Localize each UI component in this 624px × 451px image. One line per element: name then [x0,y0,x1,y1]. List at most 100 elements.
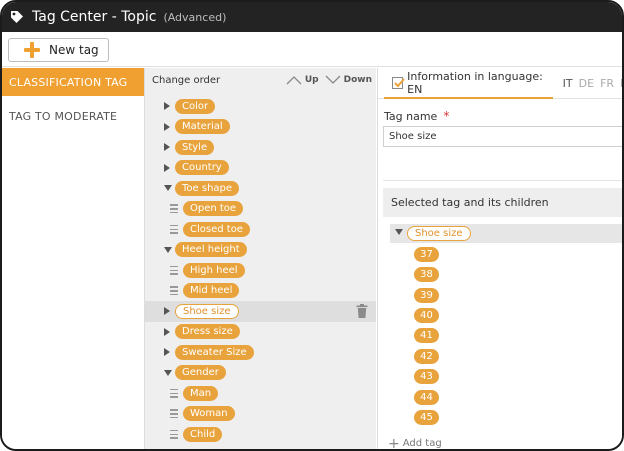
drag-handle-icon[interactable] [170,286,178,296]
language-active-label: Information in language: EN [407,70,543,96]
tag-pill[interactable]: Child [183,426,223,442]
tree-row: Country [145,158,376,179]
tag-pill[interactable]: Material [175,119,230,135]
tag-pill[interactable]: Woman [183,406,235,422]
window-title: Tag Center - Topic [32,9,157,25]
new-tag-label: New tag [49,43,99,57]
blank-field-row [383,156,622,181]
tag-pill[interactable]: Gender [175,365,226,381]
sidebar-item-tag-to-moderate[interactable]: TAG TO MODERATE [2,102,144,130]
tree-row: Open toe [145,199,376,220]
language-tabs: Information in language: EN IT DE FR E [378,68,622,99]
child-tag-pill[interactable]: 38 [414,267,439,282]
child-tag-pill[interactable]: 44 [414,390,439,405]
tag-pill[interactable]: Closed toe [183,221,250,237]
expand-toggle[interactable] [164,101,172,111]
add-tag-button[interactable]: + Add tag [388,435,442,451]
add-tag-label: Add tag [402,438,442,449]
expand-toggle[interactable] [164,306,172,316]
tree-row: High heel [145,260,376,281]
move-down-label: Down [343,75,372,85]
tag-pill-selected[interactable]: Shoe size [175,303,239,319]
tree-row: Color [145,96,376,117]
child-tag-pill[interactable]: 41 [414,328,439,343]
tree-row: Woman [145,404,376,425]
expand-toggle[interactable] [164,347,172,357]
collapse-toggle[interactable] [164,183,172,193]
tab-language-fr[interactable]: FR [600,77,614,90]
child-tag-pill[interactable]: 42 [414,349,439,364]
sidebar: CLASSIFICATION TAG TAG TO MODERATE [2,68,144,449]
move-up-label: Up [304,75,319,85]
required-mark: * [443,109,450,123]
tree-row: Child [145,424,376,445]
tag-pill[interactable]: High heel [183,262,245,278]
chevron-up-icon [286,76,302,85]
child-tag-pill[interactable]: 40 [414,308,439,323]
tag-pill[interactable]: Mid heel [183,283,240,299]
plus-icon [24,42,40,58]
title-bar: Tag Center - Topic (Advanced) [2,2,622,32]
collapse-toggle[interactable] [164,245,172,255]
tag-pill[interactable]: Style [175,139,215,155]
checkmark-icon [394,78,405,88]
move-up-button[interactable]: Up [286,75,319,85]
tag-pill[interactable]: Country [175,160,229,176]
tree-row-selected: Shoe size [145,301,376,322]
expand-toggle[interactable] [164,163,172,173]
child-tag-pill[interactable]: 37 [414,247,439,262]
move-down-button[interactable]: Down [325,75,372,85]
tab-language-more[interactable]: E [620,77,622,90]
tag-name-input[interactable] [383,126,622,147]
language-checkbox[interactable] [392,77,405,89]
expand-toggle[interactable] [164,327,172,337]
tree-row: Style [145,137,376,158]
tag-tree-panel: Change order Up Down Color Material Styl… [144,68,376,449]
drag-handle-icon[interactable] [170,429,178,439]
selected-tag-header: Selected tag and its children [383,188,622,217]
chevron-down-icon [325,75,341,84]
tag-pill[interactable]: Color [175,98,216,114]
tag-pill[interactable]: Dress size [175,324,240,340]
tag-pill[interactable]: Heel height [175,242,247,258]
tab-language-en[interactable]: Information in language: EN [378,68,553,99]
drag-handle-icon[interactable] [170,204,178,214]
tag-tree: Color Material Style Country Toe shape O… [145,92,376,445]
tag-icon [11,11,23,23]
expand-toggle[interactable] [164,122,172,132]
tag-pill[interactable]: Open toe [183,201,244,217]
child-tag-pill[interactable]: 39 [414,288,439,303]
tag-name-label-text: Tag name [384,110,438,123]
drag-handle-icon[interactable] [170,265,178,275]
tab-language-de[interactable]: DE [579,77,594,90]
drag-handle-icon[interactable] [170,388,178,398]
tree-header: Change order Up Down [145,68,376,92]
collapse-toggle[interactable] [164,368,172,378]
tag-pill[interactable]: Toe shape [175,180,240,196]
collapse-toggle[interactable] [395,229,403,235]
drag-handle-icon[interactable] [170,409,178,419]
tag-name-label: Tag name * [384,109,449,123]
tree-row: Toe shape [145,178,376,199]
app-window: Tag Center - Topic (Advanced) New tag CL… [0,0,624,451]
tree-row: Man [145,383,376,404]
tag-pill[interactable]: Man [183,385,219,401]
sidebar-item-classification-tag[interactable]: CLASSIFICATION TAG [2,68,144,96]
child-tag-pill[interactable]: 43 [414,369,439,384]
change-order-label: Change order [152,74,221,86]
tree-row: Material [145,117,376,138]
window-subtitle: (Advanced) [163,10,227,24]
tree-row: Closed toe [145,219,376,240]
child-tag-pill[interactable]: 45 [414,410,439,425]
trash-icon[interactable] [356,304,368,319]
selected-root-pill[interactable]: Shoe size [407,226,471,241]
tab-language-it[interactable]: IT [563,77,573,90]
tree-row: Mid heel [145,281,376,302]
plus-icon: + [388,435,400,451]
toolbar: New tag [2,32,622,67]
new-tag-button[interactable]: New tag [8,38,109,62]
tag-pill[interactable]: Sweater Size [175,344,254,360]
drag-handle-icon[interactable] [170,224,178,234]
expand-toggle[interactable] [164,142,172,152]
tree-row: Dress size [145,322,376,343]
